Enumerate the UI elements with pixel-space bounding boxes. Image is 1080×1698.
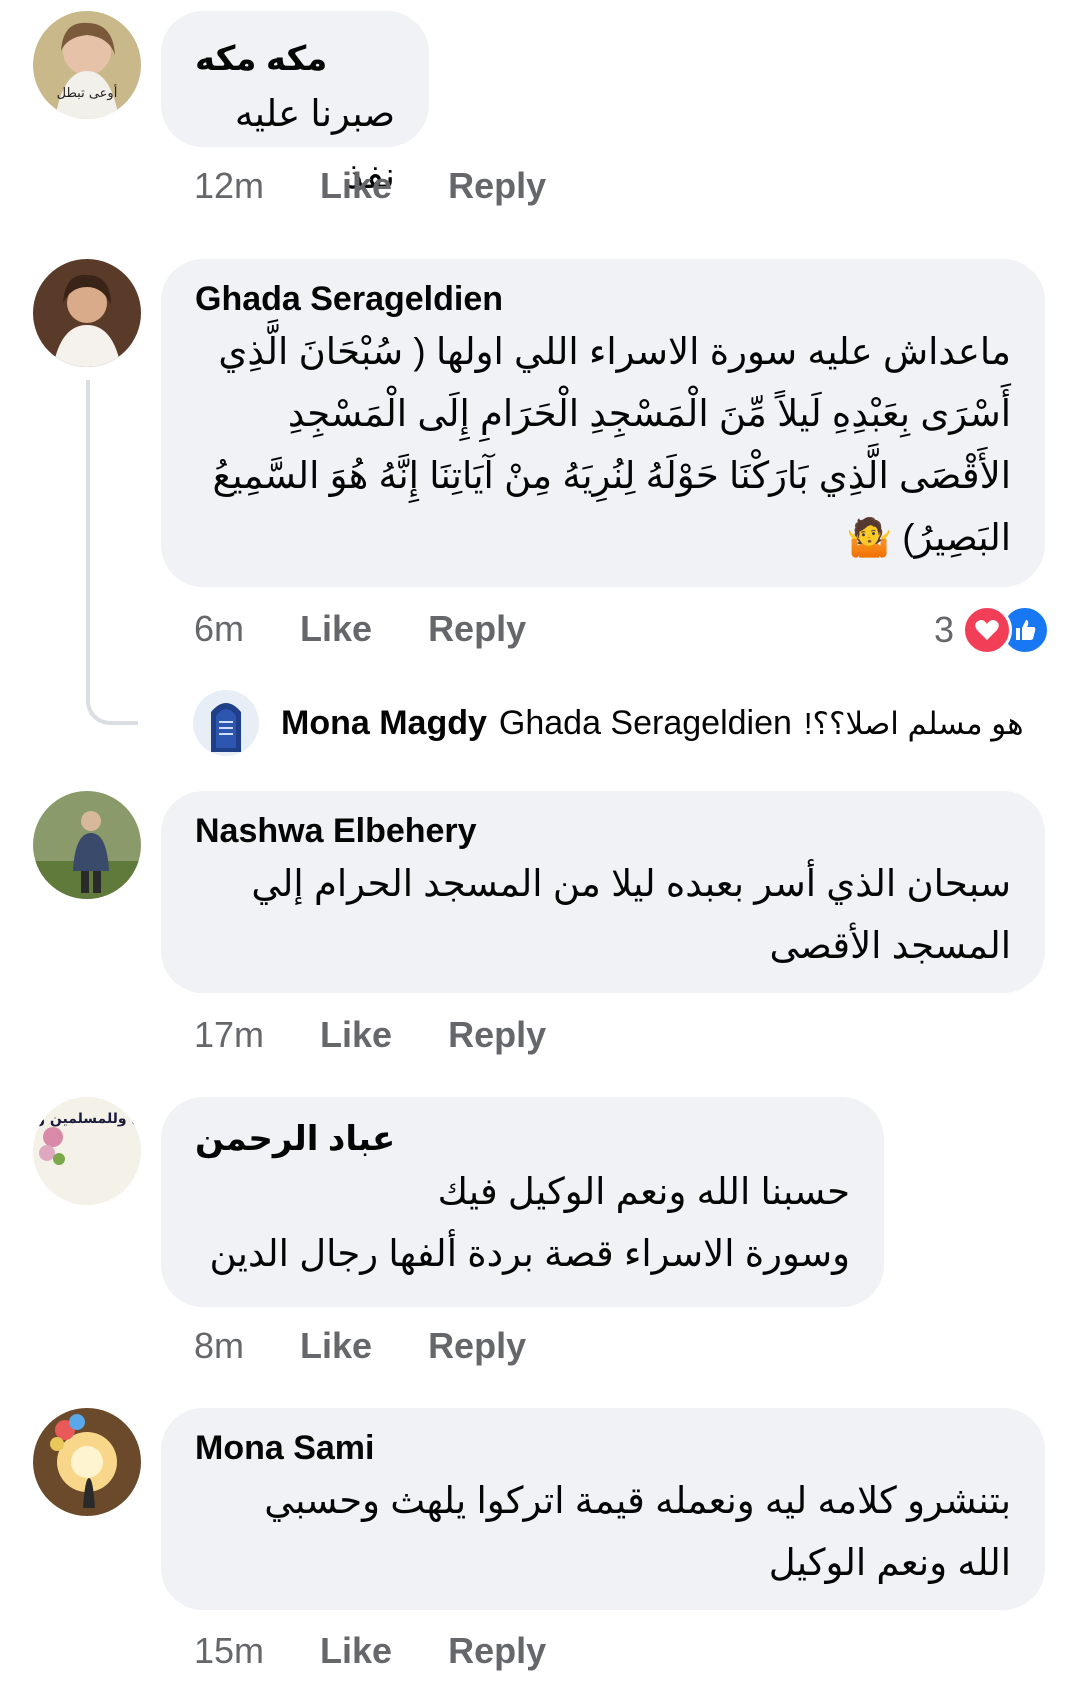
comment-bubble[interactable]: Nashwa Elbehery سبحان الذي أسر بعبده ليل…: [161, 791, 1045, 993]
avatar[interactable]: أوعى تبطل: [33, 11, 141, 119]
comment-bubble[interactable]: مكه مكه صبرنا عليه نفذ: [161, 11, 429, 196]
reply-button[interactable]: Reply: [428, 608, 526, 650]
reply-author[interactable]: Mona Magdy: [281, 698, 487, 748]
like-button[interactable]: Like: [320, 1630, 392, 1672]
reply-content: Mona Magdy Ghada Serageldien هو مسلم اصل…: [281, 698, 1051, 749]
like-button[interactable]: Like: [300, 608, 372, 650]
comment-author[interactable]: Ghada Serageldien: [195, 277, 1011, 321]
avatar-image: [33, 259, 141, 367]
reply-comment: Mona Magdy Ghada Serageldien هو مسلم اصل…: [193, 690, 1053, 758]
thread-connector-line: [86, 380, 138, 725]
comment-time[interactable]: 8m: [194, 1325, 244, 1367]
comment-text: حسبنا الله ونعم الوكيل فيك وسورة الاسراء…: [209, 1171, 850, 1274]
love-reaction-icon: [962, 605, 1012, 655]
like-button[interactable]: Like: [320, 1014, 392, 1056]
comment-bubble[interactable]: Ghada Serageldien ماعداش عليه سورة الاسر…: [161, 259, 1045, 587]
comment-text: سبحان الذي أسر بعبده ليلا من المسجد الحر…: [251, 863, 1011, 966]
avatar[interactable]: [33, 1408, 141, 1516]
avatar-image: اللهم اغفر لي وللمسلمين والمسلمات: [33, 1097, 141, 1205]
like-button[interactable]: Like: [300, 1325, 372, 1367]
avatar[interactable]: [33, 259, 141, 367]
comment-time[interactable]: 12m: [194, 165, 264, 207]
comment-actions: 17m Like Reply: [194, 1014, 546, 1056]
comment-text: ماعداش عليه سورة الاسراء اللي اولها ( سُ…: [212, 331, 1011, 558]
avatar[interactable]: [193, 690, 259, 756]
like-button[interactable]: Like: [320, 165, 392, 207]
comment-actions: 6m Like Reply: [194, 608, 526, 650]
comment-author[interactable]: Mona Sami: [195, 1426, 1011, 1470]
reply-button[interactable]: Reply: [448, 1630, 546, 1672]
svg-text:أوعى تبطل: أوعى تبطل: [57, 84, 118, 101]
comment-actions: 8m Like Reply: [194, 1325, 526, 1367]
reaction-summary[interactable]: 3: [934, 605, 1050, 655]
comment-actions: 12m Like Reply: [194, 165, 546, 207]
comment-time[interactable]: 15m: [194, 1630, 264, 1672]
avatar-image: [33, 1408, 141, 1516]
comment-time[interactable]: 6m: [194, 608, 244, 650]
reply-mention[interactable]: Ghada Serageldien: [499, 698, 792, 748]
comment-author[interactable]: مكه مكه: [195, 37, 395, 81]
avatar[interactable]: اللهم اغفر لي وللمسلمين والمسلمات: [33, 1097, 141, 1205]
comment-author[interactable]: عباد الرحمن: [195, 1117, 850, 1161]
reaction-count: 3: [933, 609, 954, 650]
comment-bubble[interactable]: عباد الرحمن حسبنا الله ونعم الوكيل فيك و…: [161, 1097, 884, 1307]
avatar-image: [33, 791, 141, 899]
avatar-image: أوعى تبطل: [33, 11, 141, 119]
comment-time[interactable]: 17m: [194, 1014, 264, 1056]
comment-author[interactable]: Nashwa Elbehery: [195, 809, 1011, 853]
avatar-image: [193, 690, 259, 756]
reply-text: هو مسلم اصلا؟؟!: [803, 706, 1024, 741]
avatar[interactable]: [33, 791, 141, 899]
reply-button[interactable]: Reply: [448, 165, 546, 207]
comment-actions: 15m Like Reply: [194, 1630, 546, 1672]
comment-bubble[interactable]: Mona Sami بتنشرو كلامه ليه ونعمله قيمة ا…: [161, 1408, 1045, 1610]
svg-text:اللهم اغفر لي وللمسلمين والمسل: اللهم اغفر لي وللمسلمين والمسلمات: [33, 1111, 141, 1127]
comment-text: بتنشرو كلامه ليه ونعمله قيمة اتركوا يلهث…: [264, 1480, 1011, 1583]
reply-button[interactable]: Reply: [428, 1325, 526, 1367]
reply-button[interactable]: Reply: [448, 1014, 546, 1056]
